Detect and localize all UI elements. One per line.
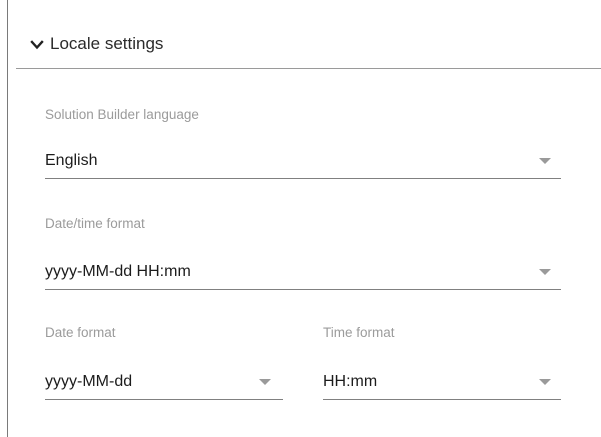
date-format-select-value: yyyy-MM-dd (45, 373, 133, 390)
language-label: Solution Builder language (45, 107, 199, 122)
time-format-select-value: HH:mm (323, 373, 378, 390)
datetime-format-select[interactable]: yyyy-MM-dd HH:mm (45, 260, 561, 290)
header-divider (16, 68, 601, 69)
section-title[interactable]: Locale settings (50, 33, 163, 55)
caret-down-icon (539, 158, 551, 164)
locale-settings-panel: Locale settings Solution Builder languag… (0, 0, 601, 437)
caret-down-icon (259, 379, 271, 385)
date-format-label: Date format (45, 325, 116, 340)
date-format-select[interactable]: yyyy-MM-dd (45, 370, 283, 400)
datetime-format-select-value: yyyy-MM-dd HH:mm (45, 263, 191, 280)
time-format-label: Time format (323, 325, 395, 340)
caret-down-icon (539, 269, 551, 275)
datetime-format-label: Date/time format (45, 216, 145, 231)
caret-down-icon (539, 379, 551, 385)
chevron-down-icon[interactable] (30, 38, 44, 52)
language-select[interactable]: English (45, 149, 561, 179)
language-select-value: English (45, 152, 98, 169)
time-format-select[interactable]: HH:mm (323, 370, 561, 400)
